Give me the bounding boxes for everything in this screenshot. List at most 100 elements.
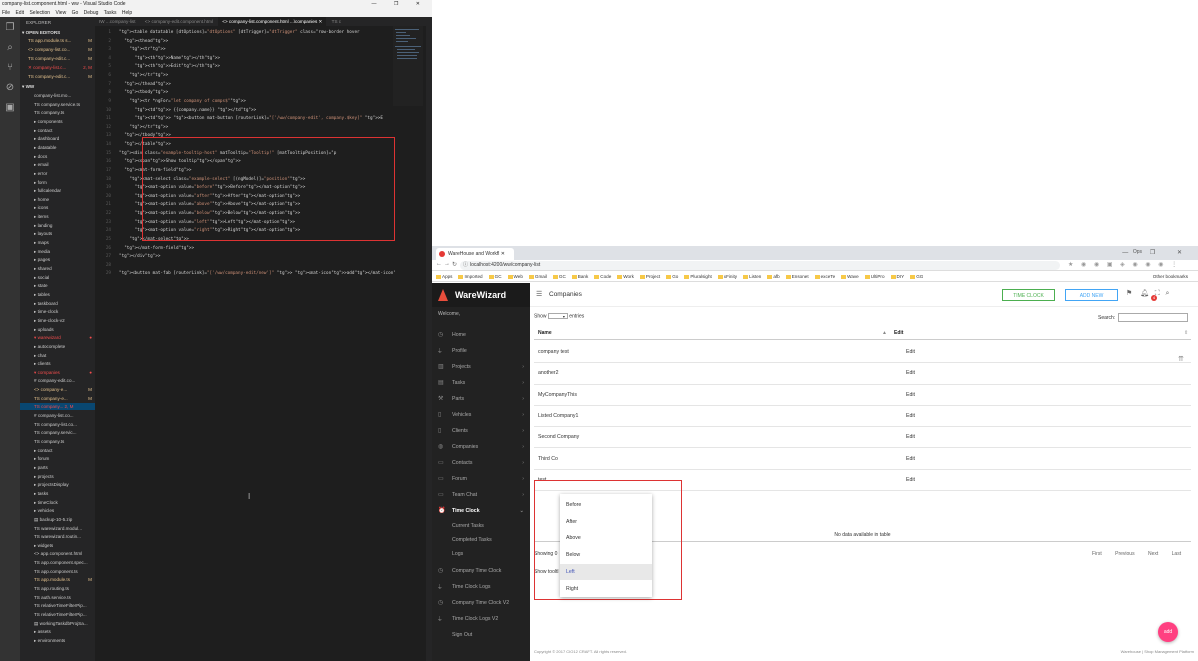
flag-icon[interactable]: ⚑ <box>1126 290 1132 297</box>
code-line[interactable]: 4 "tg"><th"tg">>Name"tg"></th"tg">> <box>95 55 395 64</box>
bookmark-item[interactable]: Apps <box>436 274 452 279</box>
code-line[interactable]: 28 <box>95 262 395 271</box>
file-tree-item[interactable]: ▸ contact <box>20 447 95 454</box>
file-tree-item[interactable]: ▸ time-clock <box>20 308 95 315</box>
sidebar-item-parts[interactable]: ⚒ Parts › <box>432 391 530 407</box>
option-below[interactable]: Below <box>560 547 652 564</box>
option-right[interactable]: Right <box>560 581 652 598</box>
option-after[interactable]: After <box>560 514 652 531</box>
debug-icon[interactable]: ⊘ <box>4 82 16 94</box>
bookmark-item[interactable]: Listen <box>743 274 761 279</box>
workspace-root[interactable]: ▾ WW <box>20 83 95 90</box>
file-tree-item[interactable]: ▸ environments <box>20 637 95 644</box>
sidebar-item-clients[interactable]: ▯ Clients › <box>432 423 530 439</box>
bookmark-item[interactable]: Project <box>639 274 660 279</box>
file-tree-item[interactable]: TS app.module.ts M <box>20 576 95 583</box>
file-tree-item[interactable]: TS app.component.spec... <box>20 559 95 566</box>
file-tree-item[interactable]: ▸ icons <box>20 204 95 211</box>
brand-header[interactable]: WareWizard <box>432 283 530 307</box>
file-tree-item[interactable]: ▸ autocomplete <box>20 343 95 350</box>
option-before[interactable]: Before <box>560 497 652 514</box>
page-first[interactable]: First <box>1092 551 1102 557</box>
page-length-select[interactable]: ▾ <box>547 313 568 319</box>
sidebar-item-tasks[interactable]: ▤ Tasks › <box>432 375 530 391</box>
reload-icon[interactable]: ↻ <box>452 261 457 268</box>
file-tree-item[interactable]: ▸ taskboard <box>20 300 95 307</box>
file-tree-item[interactable]: ▸ form <box>20 179 95 186</box>
bookmark-item[interactable]: afb <box>767 274 780 279</box>
file-tree-item[interactable]: ▸ fullcalendar <box>20 187 95 194</box>
file-tree-item[interactable]: ▤ workingTaskdbProjSa... <box>20 620 95 627</box>
extension-icons[interactable]: ★ ◉ ◉ ▣ ◈ ◉ ◉ ◉ ⋮ <box>1068 261 1180 268</box>
sidebar-item-time-clock[interactable]: ⏰ Time Clock ⌄ <box>432 503 530 519</box>
forward-icon[interactable]: → <box>444 261 450 267</box>
file-tree-item[interactable]: TS warewizard.routin... <box>20 533 95 540</box>
edit-button[interactable]: Edit <box>906 342 915 363</box>
code-line[interactable]: 29 "tg"><button mat-fab [routerLink]="['/… <box>95 270 395 279</box>
code-line[interactable]: 27 "tg"></div"tg">> <box>95 253 395 262</box>
open-editor-item[interactable]: TS company-edit.c... M <box>20 73 95 80</box>
bookmark-item[interactable]: Wave <box>841 274 859 279</box>
file-tree-item[interactable]: TS company... 2, M <box>20 403 95 411</box>
file-tree-item[interactable]: ▸ chat <box>20 352 95 359</box>
add-fab-button[interactable]: add <box>1158 622 1178 642</box>
editor-tab[interactable]: TS c <box>328 17 345 26</box>
vscode-window-controls[interactable]: — ❐ ✕ <box>372 0 428 9</box>
file-tree-item[interactable]: TS relativeTimeFilterPip... <box>20 611 95 618</box>
sidebar-item-profile[interactable]: ⍊ Profile <box>432 343 530 359</box>
edit-button[interactable]: Edit <box>906 406 915 427</box>
code-line[interactable]: 7 "tg"></thead"tg">> <box>95 81 395 90</box>
menu-help[interactable]: Help <box>122 10 132 16</box>
code-line[interactable]: 12 "tg"></tr"tg">> <box>95 124 395 133</box>
bookmark-item[interactable]: Gmail <box>528 274 547 279</box>
page-next[interactable]: Next <box>1148 551 1158 557</box>
code-line[interactable]: 5 "tg"><th"tg">>Edit"tg"></th"tg">> <box>95 63 395 72</box>
files-icon[interactable]: ❐ <box>4 22 16 34</box>
file-tree-item[interactable]: <> app.component.html <box>20 550 95 557</box>
other-bookmarks[interactable]: Other bookmarks <box>1152 272 1188 281</box>
bookmark-item[interactable]: Bank <box>571 274 588 279</box>
code-line[interactable]: 26 "tg"></mat-form-field"tg">> <box>95 245 395 254</box>
file-tree-item[interactable]: ▸ assets <box>20 628 95 635</box>
file-tree-item[interactable]: TS company.servic... <box>20 429 95 436</box>
file-tree-item[interactable]: ▸ vehicles <box>20 507 95 514</box>
sidebar-item-forum[interactable]: ▭ Forum › <box>432 471 530 487</box>
edit-button[interactable]: Edit <box>906 427 915 448</box>
file-tree-item[interactable]: TS relativeTimeFilterPip... <box>20 602 95 609</box>
edit-button[interactable]: Edit <box>906 363 915 384</box>
file-tree-item[interactable]: ▸ email <box>20 161 95 168</box>
file-tree-item[interactable]: ▸ projectsDisplay <box>20 481 95 488</box>
bookmark-item[interactable]: Imported <box>458 274 483 279</box>
file-tree-item[interactable]: ▸ time-clock-v2 <box>20 317 95 324</box>
open-editor-item[interactable]: TS company-edit.c... M <box>20 55 95 62</box>
bookmark-item[interactable]: Ensonet <box>785 274 809 279</box>
file-tree-item[interactable]: TS company-list.co... <box>20 421 95 428</box>
bookmark-item[interactable]: Code <box>594 274 611 279</box>
file-tree-item[interactable]: ▸ landing <box>20 222 95 229</box>
page-previous[interactable]: Previous <box>1115 551 1134 557</box>
sort-asc-icon[interactable]: ▲ <box>882 326 887 340</box>
edit-button[interactable]: Edit <box>906 470 915 491</box>
file-tree-item[interactable]: ▤ backup-10-5.zip <box>20 516 95 523</box>
file-tree-item[interactable]: TS company.service.ts <box>20 101 95 108</box>
file-tree-item[interactable]: ▸ parts <box>20 464 95 471</box>
file-tree-item[interactable]: TS app.routing.ts <box>20 585 95 592</box>
open-editor-item[interactable]: TS app.module.ts s... M <box>20 37 95 44</box>
bookmark-item[interactable]: Web <box>507 274 523 279</box>
file-tree-item[interactable]: ▸ pages <box>20 256 95 263</box>
file-tree-item[interactable]: ▸ forum <box>20 455 95 462</box>
file-tree-item[interactable]: ▸ contact <box>20 127 95 134</box>
menu-edit[interactable]: Edit <box>15 10 24 16</box>
editor-tab[interactable]: IW ...company-list <box>95 17 140 26</box>
code-line[interactable]: 10 "tg"><td"tg">> {{company.name}} "tg">… <box>95 107 395 116</box>
search-icon[interactable]: ⌕ <box>4 42 16 54</box>
menu-selection[interactable]: Selection <box>29 10 50 16</box>
minimap[interactable] <box>393 26 423 106</box>
bookmark-item[interactable]: Pluralsight <box>684 274 712 279</box>
add-new-button[interactable]: ADD NEW <box>1065 289 1118 301</box>
file-tree-item[interactable]: # company-edit.co... <box>20 377 95 384</box>
sidebar-subitem-completed-tasks[interactable]: Completed Tasks <box>432 533 530 547</box>
file-tree-item[interactable]: ▸ dashboard <box>20 135 95 142</box>
bookmark-item[interactable]: xFinity <box>717 274 737 279</box>
menu-view[interactable]: View <box>55 10 66 16</box>
